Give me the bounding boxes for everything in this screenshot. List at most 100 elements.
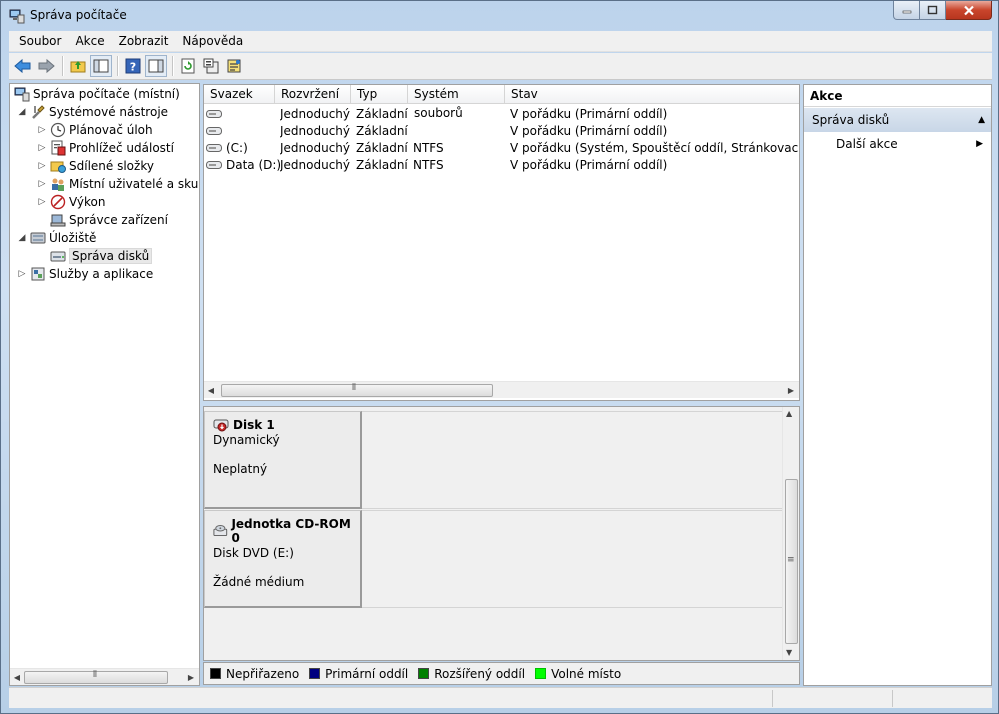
show-hide-tree-icon [93,59,109,73]
grip-icon: ⦀ [93,670,97,680]
status-cell: V pořádku (Primární oddíl) [510,123,668,138]
tree-item-services-apps[interactable]: ▷ Služby a aplikace [16,265,154,283]
title-bar[interactable]: Správa počítače [1,1,998,31]
minimize-button[interactable] [893,1,920,20]
more-actions-label: Další akce [836,137,898,151]
expand-arrow-icon[interactable]: ▷ [36,197,48,207]
legend-item: Volné místo [535,667,621,681]
tree-label: Systémové nástroje [49,105,169,119]
disk-type: Dynamický [213,433,280,447]
maximize-button[interactable] [920,1,946,20]
properties-panel-icon [148,59,164,73]
tree-horizontal-scrollbar[interactable]: ◀ ⦀ ▶ [10,668,199,685]
expand-arrow-icon[interactable]: ▷ [36,125,48,135]
back-button[interactable] [12,55,34,77]
status-cell: V pořádku (Systém, Spouštěcí oddíl, Strá… [510,140,800,155]
tree-item-device-manager[interactable]: Správce zařízení [48,211,168,229]
status-segment [772,690,773,707]
menu-view[interactable]: Zobrazit [112,31,176,52]
table-row[interactable]: Jednoduchý Základní V pořádku (Primární … [204,122,799,139]
volume-list: Svazek Rozvržení Typ Systém souborů Stav… [203,84,800,401]
tree-item-local-users[interactable]: ▷ Místní uživatelé a skupiny [36,175,199,193]
legend-item: Nepřiřazeno [210,667,299,681]
tree-item-performance[interactable]: ▷ Výkon [36,193,105,211]
scroll-left-icon[interactable]: ◀ [205,384,217,397]
disk-wizard-button[interactable] [223,55,245,77]
toolbar-separator [117,56,118,76]
services-icon [31,267,45,281]
volume-list-horizontal-scrollbar[interactable]: ◀ ⦀ ▶ [204,381,799,398]
scroll-down-icon[interactable]: ▼ [786,648,792,657]
minimize-icon [902,10,911,14]
users-icon [52,178,64,191]
scroll-right-icon[interactable]: ▶ [785,384,797,397]
disk-management-icon [50,251,66,262]
tree-item-computer-management[interactable]: Správa počítače (místní) [12,85,180,103]
properties-panel-button[interactable] [145,55,167,77]
disk-state: Žádné médium [213,575,305,589]
volume-icon [206,161,222,169]
refresh-icon [181,58,195,74]
volume-icon [206,127,222,135]
svg-text:?: ? [130,61,136,74]
scroll-left-icon[interactable]: ◀ [11,671,23,684]
disk-label[interactable]: Jednotka CD-ROM 0 Disk DVD (E:) Žádné mé… [204,510,362,608]
tree-item-disk-management[interactable]: Správa disků [48,247,153,265]
table-row[interactable]: Data (D:) Jednoduchý Základní NTFS V poř… [204,156,799,173]
menu-bar: Soubor Akce Zobrazit Nápověda [9,31,992,52]
status-cell: V pořádku (Primární oddíl) [510,157,668,172]
column-header-layout[interactable]: Rozvržení [275,85,351,104]
disk-row[interactable]: Jednotka CD-ROM 0 Disk DVD (E:) Žádné mé… [204,510,782,608]
legend-item: Rozšířený oddíl [418,667,525,681]
disk-label[interactable]: Disk 1 Dynamický Neplatný [204,411,362,509]
tree-label: Plánovač úloh [69,123,153,137]
layout-cell: Jednoduchý [280,140,351,155]
up-folder-button[interactable] [67,55,89,77]
section-label: Správa disků [812,113,890,127]
collapse-arrow-icon[interactable]: ◢ [16,107,28,117]
column-header-filesystem[interactable]: Systém souborů [408,85,505,120]
tree-item-event-viewer[interactable]: ▷ Prohlížeč událostí [36,139,174,157]
scroll-up-icon[interactable]: ▲ [786,409,792,418]
menu-help[interactable]: Nápověda [175,31,250,52]
column-header-type[interactable]: Typ [351,85,408,104]
forward-button[interactable] [35,55,57,77]
disk-partition-area[interactable] [362,510,782,608]
refresh-button[interactable] [177,55,199,77]
column-header-volume[interactable]: Svazek [204,85,275,104]
collapse-up-icon[interactable]: ▲ [978,108,985,132]
menu-action[interactable]: Akce [68,31,111,52]
toolbar: ? [9,53,992,80]
toolbar-separator [62,56,63,76]
help-icon: ? [125,58,141,74]
collapse-arrow-icon[interactable]: ◢ [16,233,28,243]
table-row[interactable]: (C:) Jednoduchý Základní NTFS V pořádku … [204,139,800,156]
scroll-right-icon[interactable]: ▶ [185,671,197,684]
tree-item-shared-folders[interactable]: ▷ Sdílené složky [36,157,154,175]
more-actions-item[interactable]: Další akce ▶ [804,132,991,156]
properties-button[interactable] [200,55,222,77]
disk-row[interactable]: Disk 1 Dynamický Neplatný [204,411,782,509]
expand-arrow-icon[interactable]: ▷ [36,179,48,189]
expand-arrow-icon[interactable]: ▷ [36,161,48,171]
volume-name: Data (D:) [226,157,280,172]
show-hide-tree-button[interactable] [90,55,112,77]
shared-folder-icon [50,161,66,173]
tree-label: Výkon [69,195,106,209]
expand-arrow-icon[interactable]: ▷ [36,143,48,153]
column-header-status[interactable]: Stav [505,85,799,104]
menu-file[interactable]: Soubor [9,31,68,52]
disk-partition-area[interactable] [362,411,782,509]
legend-swatch [535,668,547,679]
tree-label: Místní uživatelé a skupiny [69,177,199,191]
expand-arrow-icon[interactable]: ▷ [16,269,28,279]
close-button[interactable] [946,1,992,20]
scrollbar-thumb[interactable] [221,384,493,397]
help-button[interactable]: ? [122,55,144,77]
actions-section-disk-management[interactable]: Správa disků ▲ [804,108,991,132]
tree-item-task-scheduler[interactable]: ▷ Plánovač úloh [36,121,153,139]
disk-view-vertical-scrollbar[interactable]: ▲ ≡ ▼ [782,407,799,660]
tree-item-system-tools[interactable]: ◢ Systémové nástroje [16,103,169,121]
table-row[interactable]: Jednoduchý Základní V pořádku (Primární … [204,105,799,122]
tree-item-storage[interactable]: ◢ Úložiště [16,229,97,247]
